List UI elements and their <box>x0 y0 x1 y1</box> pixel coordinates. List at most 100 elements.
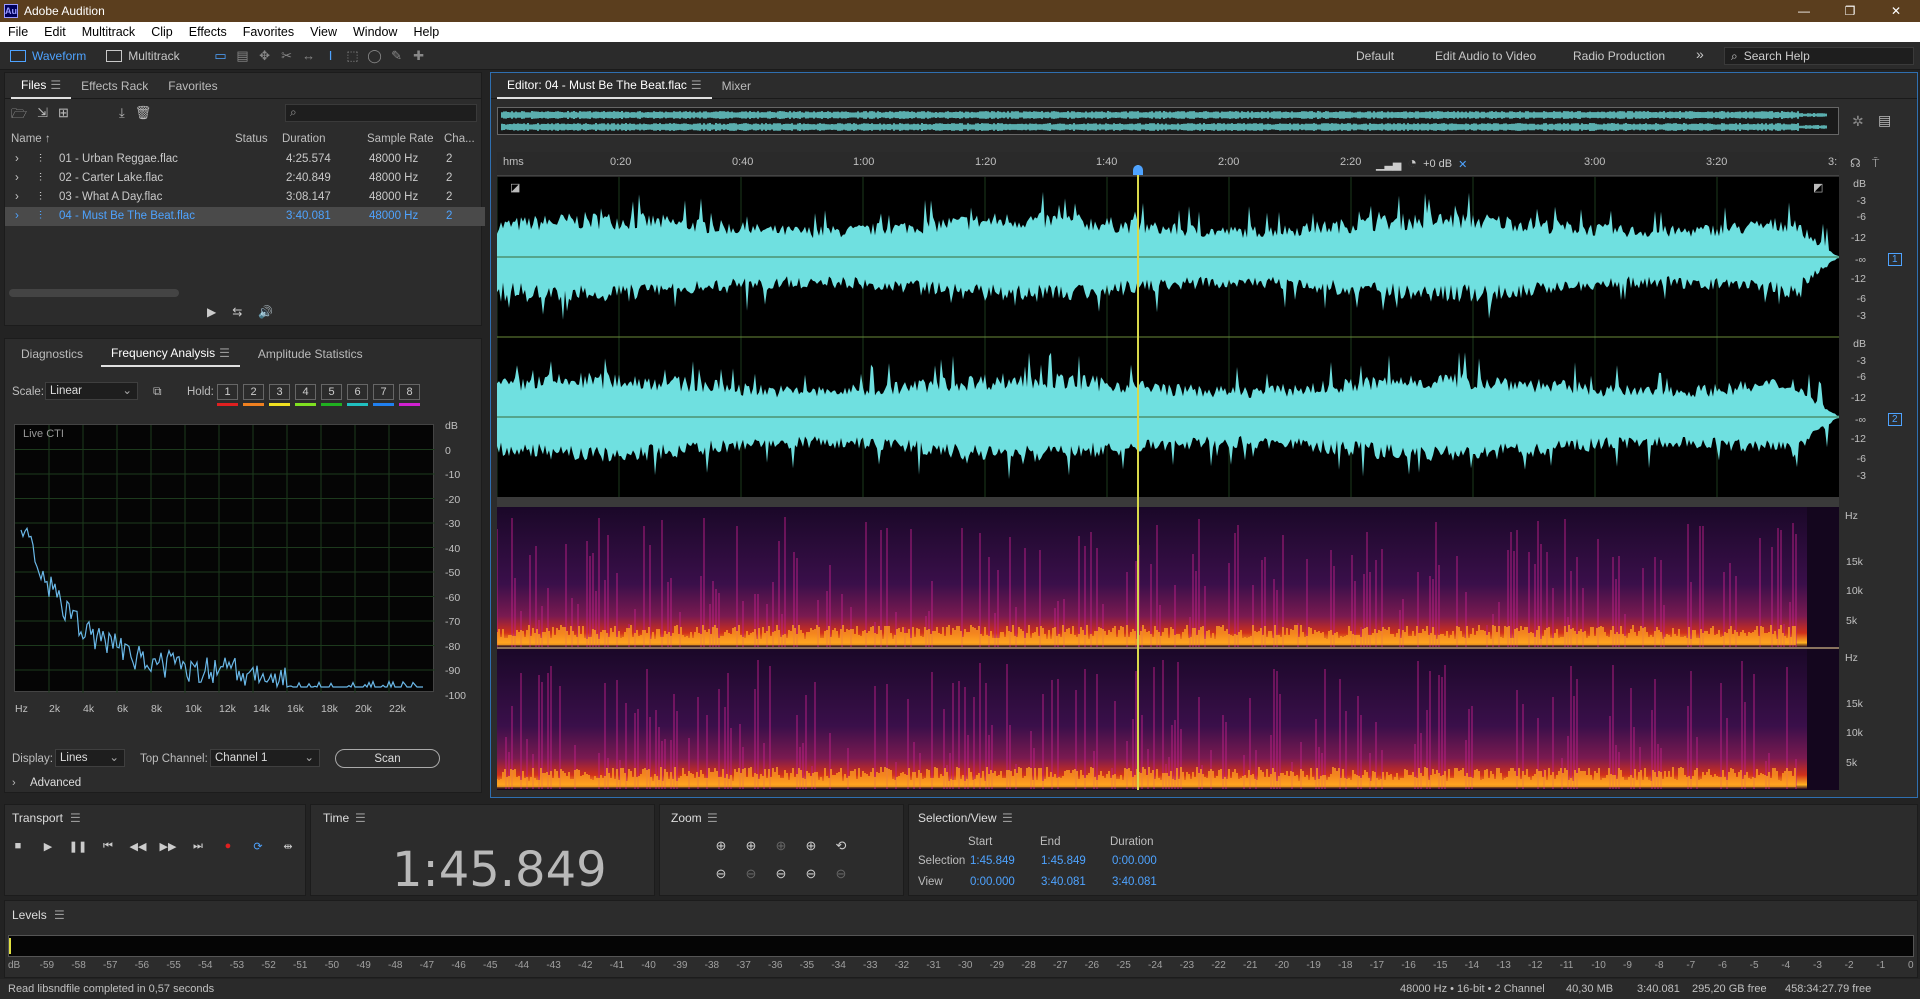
import-icon[interactable]: ⇲ <box>37 105 48 127</box>
menu-multitrack[interactable]: Multitrack <box>74 25 143 39</box>
menu-effects[interactable]: Effects <box>181 25 235 39</box>
tab-amplitude-statistics[interactable]: Amplitude Statistics <box>248 341 373 367</box>
display-dropdown[interactable]: Lines <box>55 749 125 767</box>
col-sample-rate[interactable]: Sample Rate <box>367 133 433 145</box>
view-end[interactable]: 3:40.081 <box>1041 876 1086 888</box>
hold-button-6[interactable]: 6 <box>347 384 368 400</box>
preview-loop-icon[interactable]: ⇆ <box>232 305 242 319</box>
file-row[interactable]: › ⫶ 02 - Carter Lake.flac 2:40.849 48000 Hz 2 <box>5 169 485 188</box>
col-status[interactable]: Status <box>235 133 268 145</box>
selection-start[interactable]: 1:45.849 <box>970 855 1015 867</box>
go-to-end-button[interactable]: ⏭ <box>188 838 208 854</box>
waveform-view-icon[interactable]: ▭ <box>210 45 232 67</box>
pause-button[interactable]: ❚❚ <box>68 838 88 854</box>
preview-play-icon[interactable]: ▶ <box>207 305 216 319</box>
overview-bar[interactable] <box>497 107 1839 135</box>
transport-menu-icon[interactable]: ☰ <box>70 811 81 825</box>
file-row[interactable]: › ⫶ 01 - Urban Reggae.flac 4:25.574 48000 Hz… <box>5 150 485 169</box>
zoom-in-point-icon[interactable]: ⊕ <box>770 837 792 855</box>
levels-menu-icon[interactable]: ☰ <box>54 908 65 922</box>
record-button[interactable]: ● <box>218 838 238 854</box>
top-channel-dropdown[interactable]: Channel 1 <box>210 749 320 767</box>
tab-effects-rack[interactable]: Effects Rack <box>71 73 158 99</box>
pin-hud-icon[interactable]: ✕ <box>1458 158 1467 171</box>
scale-dropdown[interactable]: Linear <box>45 382 138 400</box>
advanced-toggle[interactable]: Advanced <box>30 777 81 789</box>
scan-button[interactable]: Scan <box>335 749 440 768</box>
selection-view-menu-icon[interactable]: ☰ <box>1002 811 1013 825</box>
view-start[interactable]: 0:00.000 <box>970 876 1015 888</box>
slip-tool-icon[interactable]: ↔ <box>298 45 320 67</box>
menu-clip[interactable]: Clip <box>143 25 181 39</box>
open-folder-icon[interactable]: 🗁 <box>11 105 27 127</box>
zoom-in-time-icon[interactable]: ⊕ <box>740 837 762 855</box>
zoom-menu-icon[interactable]: ☰ <box>707 811 718 825</box>
channel-badge[interactable]: 1 <box>1888 253 1902 266</box>
multitrack-mode-button[interactable]: Multitrack <box>96 45 189 67</box>
time-menu-icon[interactable]: ☰ <box>355 811 366 825</box>
spectral-display[interactable] <box>496 507 1839 790</box>
more-workspaces-button[interactable]: » <box>1696 46 1704 62</box>
hold-button-1[interactable]: 1 <box>217 384 238 400</box>
tab-files[interactable]: Files ☰ <box>11 73 72 99</box>
zoom-selection-icon[interactable]: ⊖ <box>830 865 852 883</box>
fast-forward-button[interactable]: ▶▶ <box>158 838 178 854</box>
go-to-start-button[interactable]: ⏮ <box>98 838 118 854</box>
tab-mixer[interactable]: Mixer <box>712 73 761 99</box>
zoom-out-amplitude-icon[interactable]: ⊖ <box>710 865 732 883</box>
hold-button-7[interactable]: 7 <box>373 384 394 400</box>
razor-tool-icon[interactable]: ✂ <box>276 45 298 67</box>
panel-menu-icon[interactable]: ▤ <box>1878 112 1891 129</box>
workspace-edit-audio-to-video[interactable]: Edit Audio to Video <box>1435 49 1536 63</box>
zoom-to-selection-icon[interactable]: ✲ <box>1852 113 1864 130</box>
play-button[interactable]: ▶ <box>38 838 58 854</box>
rewind-button[interactable]: ◀◀ <box>128 838 148 854</box>
lasso-tool-icon[interactable]: ◯ <box>364 45 386 67</box>
selection-duration[interactable]: 0:00.000 <box>1112 855 1157 867</box>
col-name[interactable]: Name ↑ <box>11 133 51 145</box>
advanced-chevron-icon[interactable]: › <box>12 777 16 789</box>
minimize-button[interactable]: — <box>1784 0 1824 22</box>
selection-end[interactable]: 1:45.849 <box>1041 855 1086 867</box>
hold-button-4[interactable]: 4 <box>295 384 316 400</box>
timeline-ruler[interactable] <box>497 152 1839 176</box>
menu-file[interactable]: File <box>0 25 36 39</box>
menu-favorites[interactable]: Favorites <box>235 25 302 39</box>
hold-button-2[interactable]: 2 <box>243 384 264 400</box>
zoom-reset-icon[interactable]: ⟲ <box>830 837 852 855</box>
tab-frequency-analysis[interactable]: Frequency Analysis ☰ <box>101 341 240 367</box>
zoom-in-selection-icon[interactable]: ⊕ <box>800 837 822 855</box>
hold-button-3[interactable]: 3 <box>269 384 290 400</box>
tab-diagnostics[interactable]: Diagnostics <box>11 341 93 367</box>
zoom-out-time-icon[interactable]: ⊖ <box>740 865 762 883</box>
spectral-view-icon[interactable]: ▤ <box>232 45 254 67</box>
channel-badge[interactable]: 2 <box>1888 413 1902 426</box>
healing-tool-icon[interactable]: ✚ <box>408 45 430 67</box>
view-duration[interactable]: 3:40.081 <box>1112 876 1157 888</box>
hold-button-5[interactable]: 5 <box>321 384 342 400</box>
loop-playback-button[interactable]: ⟳ <box>248 838 268 854</box>
playhead-marker-icon[interactable] <box>1133 165 1144 175</box>
tab-editor[interactable]: Editor: 04 - Must Be The Beat.flac ☰ <box>497 73 712 99</box>
waveform-mode-button[interactable]: Waveform <box>0 45 96 67</box>
col-channels[interactable]: Cha... <box>444 133 475 145</box>
workspace-default[interactable]: Default <box>1356 49 1394 63</box>
copy-to-clipboard-icon[interactable]: ⧉ <box>153 384 162 399</box>
move-tool-icon[interactable]: ✥ <box>254 45 276 67</box>
delete-icon[interactable]: 🗑 <box>135 105 152 127</box>
stop-button[interactable]: ■ <box>8 838 28 854</box>
zoom-out-full-all-icon[interactable]: ⊖ <box>800 865 822 883</box>
time-selection-tool-icon[interactable]: I <box>320 45 342 67</box>
insert-icon[interactable]: ⤓ <box>119 105 125 127</box>
close-button[interactable]: ✕ <box>1876 0 1916 22</box>
marquee-tool-icon[interactable]: ⬚ <box>342 45 364 67</box>
preview-autoplay-icon[interactable]: 🔊 <box>258 305 273 319</box>
view-divider[interactable] <box>497 497 1839 507</box>
file-row[interactable]: › ⫶ 03 - What A Day.flac 3:08.147 48000 Hz 2 <box>5 188 485 207</box>
waveform-display[interactable] <box>496 177 1839 497</box>
hold-button-8[interactable]: 8 <box>399 384 420 400</box>
col-duration[interactable]: Duration <box>282 133 325 145</box>
search-help-field[interactable]: ⌕ Search Help <box>1724 47 1914 65</box>
zoom-out-full-icon[interactable]: ⊖ <box>770 865 792 883</box>
files-scrollbar[interactable] <box>9 289 179 297</box>
